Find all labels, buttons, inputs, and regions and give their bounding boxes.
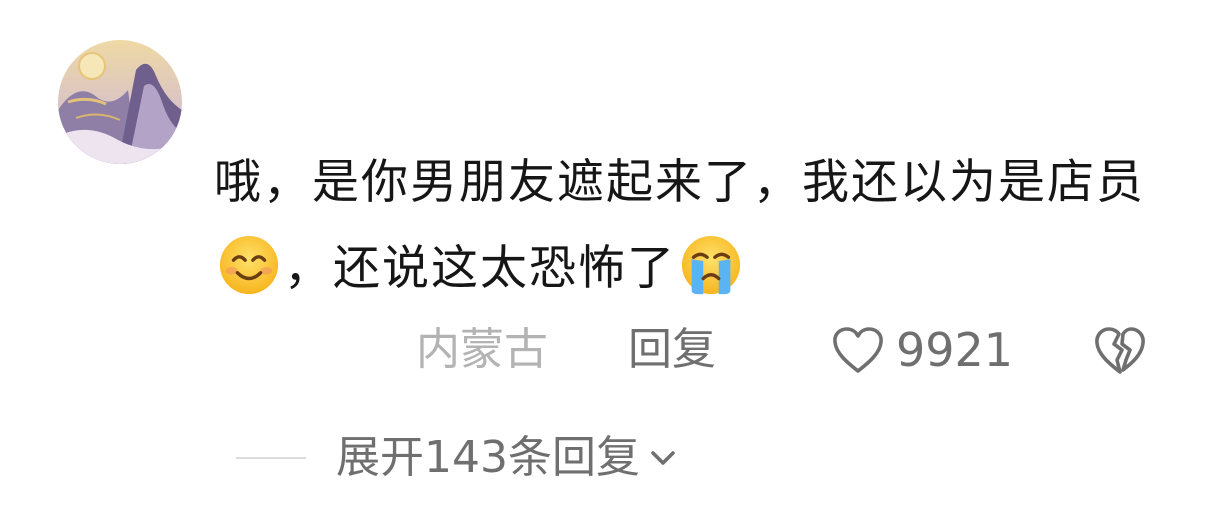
reply-button[interactable]: 回复: [628, 318, 716, 382]
avatar[interactable]: [58, 40, 182, 164]
crying-face-emoji-icon: [681, 235, 741, 295]
comment-meta-row: 内蒙古 回复 9921: [0, 318, 1216, 382]
like-count: 9921: [896, 323, 1014, 377]
chevron-down-icon: [651, 451, 675, 465]
expand-replies-button[interactable]: 展开143条回复: [336, 426, 680, 490]
divider: [236, 457, 306, 459]
broken-heart-icon: [1095, 327, 1145, 374]
comment-text-part1: 哦，是你男朋友遮起来了，我还以为是店员: [214, 155, 1145, 210]
expand-replies-row: 展开143条回复: [0, 426, 1216, 490]
landscape-painting-avatar-icon: [58, 40, 182, 164]
heart-outline-icon: [833, 327, 883, 373]
smiling-face-emoji-icon: [219, 235, 279, 295]
expand-replies-label: 展开143条回复: [336, 432, 640, 483]
dislike-button[interactable]: [1092, 324, 1148, 376]
comment-text: 哦，是你男朋友遮起来了，我还以为是店员 ，还说这太恐怖了: [214, 140, 1174, 312]
comment-text-part2: ，还说这太恐怖了: [284, 241, 676, 296]
like-button[interactable]: 9921: [830, 318, 1013, 382]
location-label: 内蒙古: [416, 324, 548, 375]
